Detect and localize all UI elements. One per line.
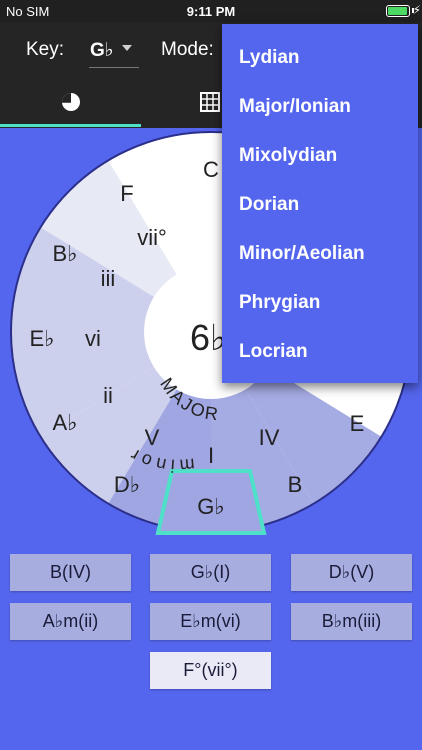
note-b: B	[288, 472, 303, 497]
mode-label: Mode:	[161, 39, 214, 60]
chord-button-b-flat-m-iii[interactable]: B♭m(iii)	[291, 603, 412, 640]
note-f: F	[120, 181, 133, 206]
tab-indicator	[0, 124, 141, 127]
chord-button-e-flat-m-vi[interactable]: E♭m(vi)	[150, 603, 271, 640]
numeral-iv: IV	[259, 425, 280, 450]
note-e: E	[350, 411, 365, 436]
mode-option-lydian[interactable]: Lydian	[222, 33, 418, 82]
tab-circle[interactable]	[0, 78, 141, 128]
note-e-flat: E♭	[29, 326, 54, 351]
chord-button-b-iv[interactable]: B(IV)	[10, 554, 131, 591]
mode-dropdown-menu: Lydian Major/Ionian Mixolydian Dorian Mi…	[222, 24, 418, 383]
numeral-v: V	[145, 425, 160, 450]
numeral-ii: ii	[103, 383, 113, 408]
key-dropdown[interactable]: G♭	[89, 34, 139, 68]
pie-chart-icon	[62, 93, 80, 111]
mode-option-minor-aeolian[interactable]: Minor/Aeolian	[222, 229, 418, 278]
note-g-flat: G♭	[197, 494, 225, 519]
mode-option-dorian[interactable]: Dorian	[222, 180, 418, 229]
numeral-vi: vi	[85, 326, 101, 351]
mode-option-major-ionian[interactable]: Major/Ionian	[222, 82, 418, 131]
chord-button-f-dim-vii[interactable]: F°(vii°)	[150, 652, 271, 689]
chord-button-g-flat-i[interactable]: G♭(I)	[150, 554, 271, 591]
numeral-vii-dim: vii°	[137, 225, 167, 250]
note-c: C	[203, 157, 219, 182]
status-bar: No SIM 9:11 PM ⚡	[0, 0, 422, 22]
key-label: Key:	[26, 39, 65, 60]
note-a-flat: A♭	[52, 410, 77, 435]
battery-icon	[386, 5, 410, 17]
charging-icon: ⚡	[412, 3, 421, 17]
mode-option-phrygian[interactable]: Phrygian	[222, 278, 418, 327]
numeral-i: I	[208, 443, 214, 468]
mode-option-mixolydian[interactable]: Mixolydian	[222, 131, 418, 180]
chevron-down-icon	[122, 45, 132, 51]
clock: 9:11 PM	[186, 4, 236, 19]
note-d-flat: D♭	[114, 472, 140, 497]
mode-option-locrian[interactable]: Locrian	[222, 327, 418, 376]
chord-button-d-flat-v[interactable]: D♭(V)	[291, 554, 412, 591]
note-b-flat: B♭	[52, 241, 77, 266]
chord-button-a-flat-m-ii[interactable]: A♭m(ii)	[10, 603, 131, 640]
grid-icon	[200, 92, 220, 112]
key-value: G♭	[90, 40, 114, 61]
numeral-iii: iii	[101, 266, 116, 291]
